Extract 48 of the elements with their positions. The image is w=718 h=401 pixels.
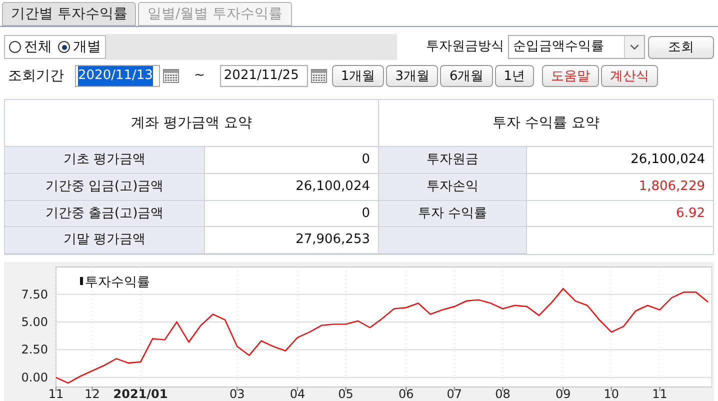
- x-tick-label: 05: [338, 387, 354, 401]
- end-date-field[interactable]: 2021/11/25: [220, 65, 308, 87]
- row-label: 기초 평가금액: [5, 147, 205, 174]
- radio-button[interactable]: [9, 41, 21, 53]
- period-button[interactable]: 3개월: [386, 65, 438, 87]
- radio-option[interactable]: 전체: [9, 36, 52, 58]
- y-tick-label: 2.50: [21, 342, 48, 357]
- x-tick-label: 11: [48, 387, 64, 401]
- start-date-field[interactable]: 2020/11/13: [75, 65, 160, 87]
- x-tick-label: 12: [84, 387, 100, 401]
- row-label: 투자 수익률: [379, 200, 527, 228]
- x-tick-label: 08: [495, 387, 510, 401]
- period-button[interactable]: 1년: [494, 65, 534, 87]
- row-label: 기간중 출금(고)금액: [5, 200, 205, 228]
- row-label: 기간중 입금(고)금액: [5, 174, 205, 200]
- y-tick-label: 5.00: [21, 315, 48, 329]
- row-value: 6.92: [527, 200, 713, 228]
- calendar-icon[interactable]: [163, 69, 179, 83]
- x-tick-label: 06: [398, 387, 414, 401]
- x-tick-label: 2021/01: [113, 387, 168, 401]
- x-tick-label: 04: [290, 387, 306, 401]
- row-value: 0: [205, 200, 378, 228]
- y-tick-label: 0.00: [21, 370, 48, 384]
- radio-option[interactable]: 개별: [58, 36, 101, 58]
- row-label: 투자손익: [379, 174, 527, 200]
- x-tick-label: 09: [555, 387, 571, 401]
- row-label: 투자원금: [379, 147, 527, 174]
- x-tick-label: 11: [652, 387, 668, 401]
- tab[interactable]: 기간별 투자수익률: [2, 2, 136, 26]
- period-label: 조회기간: [8, 66, 64, 86]
- principal-method-label: 투자원금방식: [426, 38, 504, 56]
- period-button[interactable]: 1개월: [332, 65, 384, 87]
- x-tick-label: 07: [446, 387, 462, 401]
- legend-marker-icon: [80, 277, 83, 285]
- y-tick-label: 7.50: [21, 287, 48, 302]
- chevron-down-icon: [624, 36, 644, 58]
- range-separator: ~: [194, 67, 205, 86]
- period-button[interactable]: 계산식: [601, 65, 658, 87]
- x-tick-label: 03: [229, 387, 245, 401]
- row-label: 기말 평가금액: [5, 227, 205, 254]
- legend-label: 투자수익률: [85, 275, 150, 290]
- principal-method-select[interactable]: 순입금액수익률: [508, 35, 645, 59]
- x-tick-label: 10: [604, 387, 620, 401]
- calendar-icon[interactable]: [310, 69, 327, 83]
- period-button[interactable]: 6개월: [440, 65, 493, 87]
- period-button[interactable]: 도움말: [542, 65, 600, 87]
- radio-button[interactable]: [58, 41, 70, 53]
- search-button[interactable]: 조회: [648, 36, 714, 58]
